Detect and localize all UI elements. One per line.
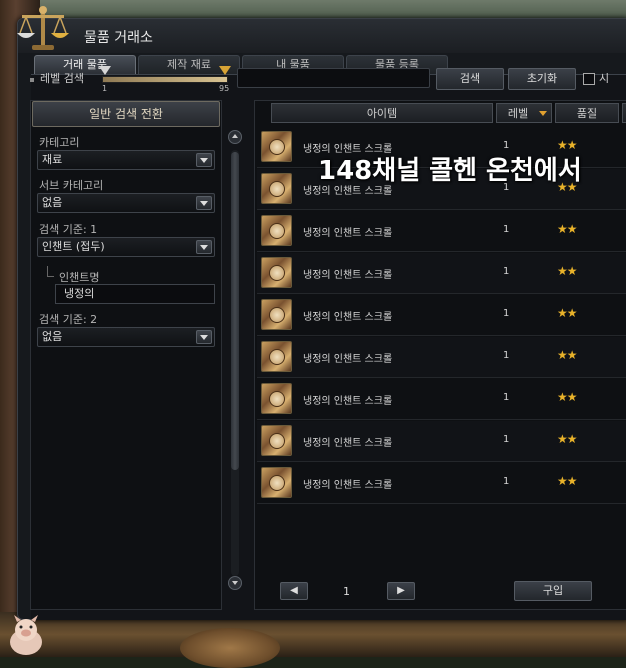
switch-search-mode-button[interactable]: 일반 검색 전환 bbox=[32, 101, 220, 127]
item-level: 1 bbox=[503, 392, 510, 403]
overlay-caption: 148채널 콜헨 온천에서 bbox=[318, 156, 582, 186]
grade-stars: ★★ bbox=[557, 306, 577, 320]
grade-stars: ★★ bbox=[557, 348, 577, 362]
criteria2-select[interactable]: 없음 bbox=[37, 327, 215, 347]
item-level: 1 bbox=[503, 434, 510, 445]
window-title: 물품 거래소 bbox=[84, 30, 153, 46]
scroll-up-icon[interactable] bbox=[228, 130, 242, 144]
slider-max-handle[interactable] bbox=[219, 66, 231, 75]
table-row[interactable]: 냉정의 인챈트 스크롤 1 ★★ bbox=[257, 337, 626, 378]
search-input[interactable] bbox=[237, 68, 430, 88]
column-header-level[interactable]: 레벨 bbox=[496, 103, 552, 123]
chevron-down-icon[interactable] bbox=[196, 153, 212, 167]
grade-stars: ★★ bbox=[557, 474, 577, 488]
table-row[interactable]: 냉정의 인챈트 스크롤 1 ★★ bbox=[257, 295, 626, 336]
chevron-down-icon[interactable] bbox=[196, 330, 212, 344]
criteria1-select[interactable]: 인챈트 (접두) bbox=[37, 237, 215, 257]
tree-connector bbox=[47, 266, 54, 277]
enchant-name-input[interactable]: 냉정의 bbox=[55, 284, 215, 304]
column-header-grade[interactable]: 품질 bbox=[555, 103, 619, 123]
sub-category-select[interactable]: 없음 bbox=[37, 193, 215, 213]
chevron-down-icon[interactable] bbox=[196, 240, 212, 254]
enchant-name-label: 인챈트명 bbox=[59, 271, 100, 284]
slider-max-value: 95 bbox=[219, 84, 230, 93]
grade-stars: ★★ bbox=[557, 432, 577, 446]
scroll-item-icon bbox=[261, 215, 292, 246]
scroll-item-icon bbox=[261, 299, 292, 330]
criteria2-label: 검색 기준: 2 bbox=[39, 313, 98, 326]
filter-panel: 일반 검색 전환 카테고리 재료 서브 카테고리 없음 검색 기준: 1 인챈트… bbox=[30, 100, 222, 610]
column-header-item[interactable]: 아이템 bbox=[271, 103, 493, 123]
level-range-slider[interactable] bbox=[102, 76, 228, 83]
level-search-label: 레벨 검색 bbox=[40, 72, 84, 85]
reset-button[interactable]: 초기화 bbox=[508, 68, 576, 90]
item-level: 1 bbox=[503, 224, 510, 235]
scroll-item-icon bbox=[261, 341, 292, 372]
chevron-left-icon: ◀ bbox=[290, 585, 298, 596]
scrollbar[interactable] bbox=[228, 130, 242, 590]
chevron-right-icon: ▶ bbox=[397, 585, 405, 596]
prev-page-button[interactable]: ◀ bbox=[280, 582, 308, 600]
scroll-item-icon bbox=[261, 257, 292, 288]
table-row[interactable]: 냉정의 인챈트 스크롤 1 ★★ bbox=[257, 463, 626, 504]
item-name: 냉정의 인챈트 스크롤 bbox=[303, 228, 393, 239]
table-row[interactable]: 냉정의 인챈트 스크롤 1 ★★ bbox=[257, 253, 626, 294]
title-bar[interactable]: 물품 거래소 bbox=[17, 6, 626, 53]
column-header-extra[interactable] bbox=[622, 103, 626, 123]
item-level: 1 bbox=[503, 308, 510, 319]
table-row[interactable]: 냉정의 인챈트 스크롤 1 ★★ bbox=[257, 211, 626, 252]
item-name: 냉정의 인챈트 스크롤 bbox=[303, 270, 393, 281]
bullet-icon bbox=[30, 78, 34, 82]
category-label: 카테고리 bbox=[39, 136, 80, 149]
background-log bbox=[180, 628, 280, 668]
page-number: 1 bbox=[343, 585, 350, 598]
grade-stars: ★★ bbox=[557, 264, 577, 278]
table-row[interactable]: 냉정의 인챈트 스크롤 1 ★★ bbox=[257, 421, 626, 462]
scale-icon bbox=[17, 6, 69, 50]
scroll-item-icon bbox=[261, 173, 292, 204]
slider-min-handle[interactable] bbox=[99, 66, 111, 75]
checkbox-label: 시 bbox=[599, 72, 610, 85]
scroll-item-icon bbox=[261, 383, 292, 414]
search-button[interactable]: 검색 bbox=[436, 68, 504, 90]
sub-category-value: 없음 bbox=[42, 196, 63, 209]
item-level: 1 bbox=[503, 476, 510, 487]
criteria2-value: 없음 bbox=[42, 330, 63, 343]
results-list: 냉정의 인챈트 스크롤 1 ★★ 냉정의 인챈트 스크롤 1 ★★ 냉정의 인챈… bbox=[255, 127, 626, 547]
item-name: 냉정의 인챈트 스크롤 bbox=[303, 312, 393, 323]
scroll-item-icon bbox=[261, 467, 292, 498]
item-name: 냉정의 인챈트 스크롤 bbox=[303, 480, 393, 491]
item-level: 1 bbox=[503, 350, 510, 361]
buy-button[interactable]: 구입 bbox=[514, 581, 592, 601]
criteria1-value: 인챈트 (접두) bbox=[42, 240, 105, 253]
criteria1-label: 검색 기준: 1 bbox=[39, 223, 98, 236]
slider-min-value: 1 bbox=[102, 84, 108, 93]
item-name: 냉정의 인챈트 스크롤 bbox=[303, 354, 393, 365]
item-name: 냉정의 인챈트 스크롤 bbox=[303, 396, 393, 407]
grade-stars: ★★ bbox=[557, 390, 577, 404]
scroll-item-icon bbox=[261, 425, 292, 456]
sort-down-icon[interactable] bbox=[539, 111, 547, 116]
item-level: 1 bbox=[503, 266, 510, 277]
sub-category-label: 서브 카테고리 bbox=[39, 179, 104, 192]
scroll-item-icon bbox=[261, 131, 292, 162]
category-select[interactable]: 재료 bbox=[37, 150, 215, 170]
item-name: 냉정의 인챈트 스크롤 bbox=[303, 438, 393, 449]
filter-checkbox[interactable] bbox=[583, 73, 595, 85]
table-row[interactable]: 냉정의 인챈트 스크롤 1 ★★ bbox=[257, 379, 626, 420]
grade-stars: ★★ bbox=[557, 222, 577, 236]
scroll-thumb[interactable] bbox=[231, 152, 239, 470]
scroll-down-icon[interactable] bbox=[228, 576, 242, 590]
level-header-label: 레벨 bbox=[507, 107, 529, 120]
pet-pig-icon bbox=[10, 615, 42, 655]
next-page-button[interactable]: ▶ bbox=[387, 582, 415, 600]
category-value: 재료 bbox=[42, 153, 63, 166]
chevron-down-icon[interactable] bbox=[196, 196, 212, 210]
